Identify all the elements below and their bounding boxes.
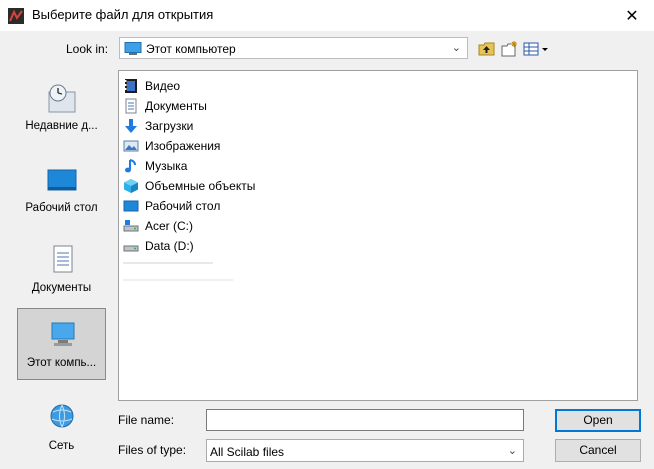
new-folder-icon[interactable] [501, 40, 519, 58]
list-item[interactable]: Объемные объекты [123, 177, 255, 195]
place-this-pc[interactable]: Этот компь... [17, 308, 106, 380]
list-item[interactable]: Документы [123, 97, 207, 115]
place-recent[interactable]: Недавние д... [17, 78, 106, 144]
drive-d-icon [123, 245, 139, 252]
scilab-app-icon [8, 8, 24, 24]
list-item-label: Загрузки [145, 119, 194, 133]
open-button[interactable]: Open [555, 409, 641, 432]
render-artifact [123, 279, 233, 281]
window-title: Выберите файл для открытия [32, 7, 214, 22]
downloads-folder-icon [125, 119, 137, 133]
drive-c-icon [123, 220, 139, 232]
network-icon [50, 404, 74, 428]
list-item-label: Acer (C:) [145, 219, 193, 233]
place-documents[interactable]: Документы [17, 240, 106, 306]
cancel-button[interactable]: Cancel [555, 439, 641, 462]
list-item[interactable]: Рабочий стол [123, 197, 220, 215]
music-folder-icon [125, 159, 136, 173]
render-artifact [123, 262, 213, 264]
documents-icon [53, 245, 73, 273]
list-item[interactable]: Data (D:) [123, 237, 194, 255]
close-button[interactable]: ✕ [610, 0, 654, 31]
3d-objects-folder-icon [124, 179, 138, 193]
list-item[interactable]: Загрузки [123, 117, 193, 135]
place-label: Недавние д... [25, 120, 98, 132]
list-item-label: Музыка [145, 159, 188, 173]
close-icon: ✕ [625, 7, 639, 25]
file-type-label: Files of type: [118, 443, 187, 457]
file-type-value: All Scilab files [210, 445, 285, 459]
file-type-dropdown[interactable]: All Scilab files ⌄ [206, 439, 524, 462]
this-pc-icon [124, 42, 142, 55]
up-one-level-icon[interactable] [478, 40, 496, 58]
video-folder-icon [125, 79, 137, 93]
list-item-label: Рабочий стол [145, 199, 221, 213]
list-item-label: Объемные объекты [145, 179, 256, 193]
recent-places-icon [48, 84, 76, 113]
list-item-label: Документы [145, 99, 207, 113]
place-desktop[interactable]: Рабочий стол [17, 160, 106, 226]
this-pc-icon [51, 322, 75, 346]
file-list[interactable]: Видео Документы Загрузки Изображения Муз… [118, 70, 638, 401]
place-label: Документы [31, 282, 92, 294]
chevron-down-icon: ⌄ [507, 445, 517, 457]
look-in-label: Look in: [66, 42, 109, 56]
file-name-input[interactable] [206, 409, 524, 431]
list-item[interactable]: Музыка [123, 157, 187, 175]
desktop-folder-icon [123, 200, 139, 212]
place-network[interactable]: Сеть [17, 398, 106, 464]
list-item[interactable]: Видео [123, 77, 180, 95]
file-name-label: File name: [118, 413, 175, 427]
list-item-label: Data (D:) [145, 239, 194, 253]
look-in-value: Этот компьютер [146, 42, 236, 56]
chevron-down-icon: ⌄ [451, 42, 461, 54]
list-item-label: Изображения [145, 139, 221, 153]
place-label: Сеть [48, 440, 75, 452]
list-item[interactable]: Acer (C:) [123, 217, 193, 235]
place-label: Рабочий стол [25, 202, 98, 214]
view-menu-icon[interactable] [523, 40, 551, 58]
place-label: Этот компь... [26, 357, 97, 369]
places-bar: Недавние д... Рабочий стол Документы Это… [13, 70, 110, 463]
title-bar: Выберите файл для открытия ✕ [0, 0, 654, 31]
documents-folder-icon [125, 98, 137, 114]
pictures-folder-icon [123, 140, 139, 152]
list-item[interactable]: Изображения [123, 137, 220, 155]
look-in-dropdown[interactable]: Этот компьютер ⌄ [119, 37, 468, 59]
list-item-label: Видео [145, 79, 181, 93]
desktop-icon [47, 169, 77, 191]
